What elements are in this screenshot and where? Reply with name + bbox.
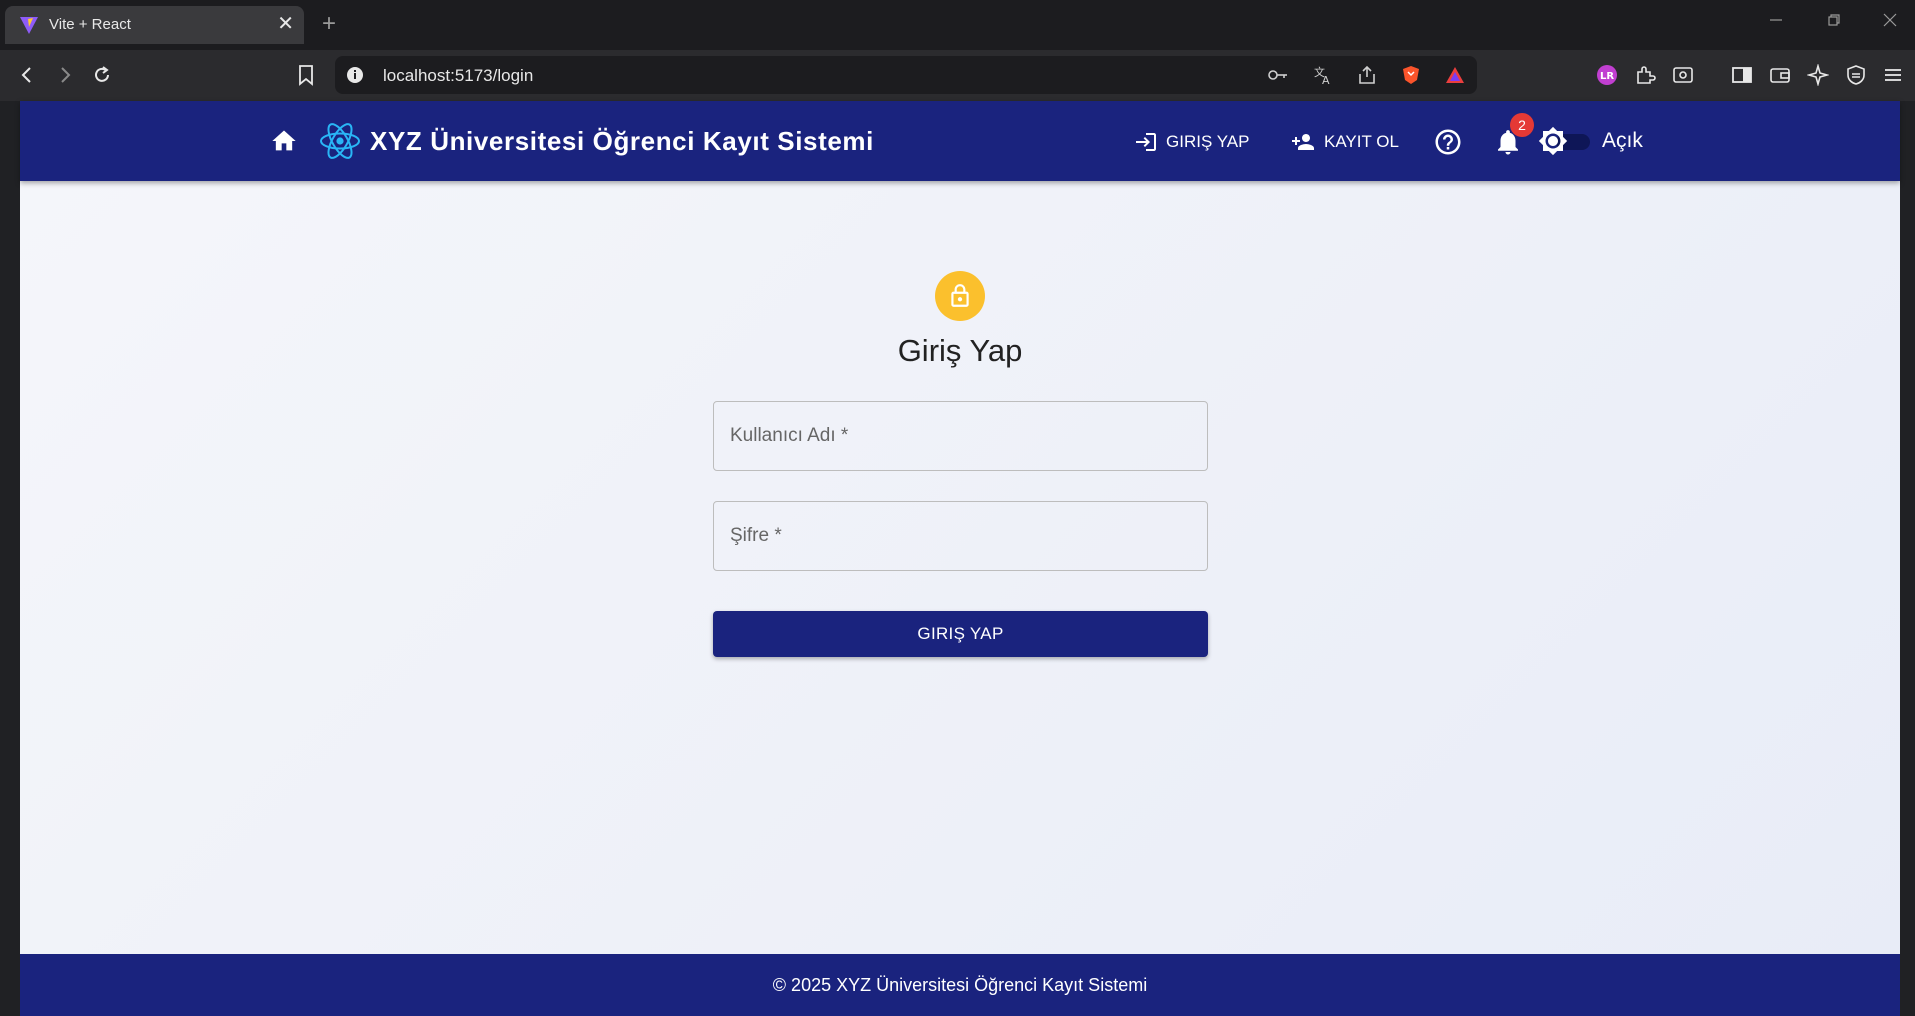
nav-register-label: KAYIT OL [1324, 132, 1399, 151]
vpn-shield-icon[interactable] [1843, 62, 1869, 88]
footer: © 2025 XYZ Üniversitesi Öğrenci Kayıt Si… [20, 954, 1900, 1016]
reload-icon[interactable] [89, 62, 115, 88]
nav-login-label: GIRIŞ YAP [1166, 132, 1250, 151]
password-input[interactable] [714, 502, 1207, 570]
lock-icon [951, 284, 969, 307]
username-field [713, 401, 1208, 471]
sidebar-icon[interactable] [1729, 62, 1755, 88]
bookmark-icon[interactable] [293, 62, 319, 88]
close-window-icon[interactable] [1882, 12, 1898, 33]
username-input[interactable] [714, 402, 1207, 470]
brave-shield-icon[interactable] [1398, 62, 1424, 88]
login-icon [1136, 133, 1156, 151]
nav-login-button[interactable]: GIRIŞ YAP [1134, 129, 1249, 155]
back-icon[interactable] [14, 62, 40, 88]
brightness-icon [1538, 126, 1568, 156]
password-key-icon[interactable] [1265, 62, 1291, 88]
add-person-icon [1292, 134, 1314, 150]
forward-icon[interactable] [52, 62, 78, 88]
password-field [713, 501, 1208, 571]
login-title: Giriş Yap [897, 333, 1023, 368]
menu-icon[interactable] [1880, 62, 1906, 88]
app-bar: XYZ Üniversitesi Öğrenci Kayıt Sistemi G… [20, 101, 1900, 181]
login-submit-button[interactable]: GIRIŞ YAP [713, 611, 1208, 657]
address-bar[interactable]: localhost:5173/login 文A [335, 56, 1477, 94]
footer-text: © 2025 XYZ Üniversitesi Öğrenci Kayıt Si… [772, 974, 1148, 995]
extensions-icon[interactable] [1632, 62, 1658, 88]
brave-rewards-icon[interactable] [1442, 62, 1468, 88]
tab-title: Vite + React [49, 16, 131, 33]
url-text[interactable]: localhost:5173/login [383, 66, 533, 86]
react-logo-icon [320, 123, 360, 159]
notification-badge: 2 [1510, 113, 1534, 137]
browser-toolbar: localhost:5173/login 文A LR [0, 50, 1915, 101]
restore-icon[interactable] [1826, 12, 1842, 33]
leo-ai-icon[interactable] [1805, 62, 1831, 88]
app-title: XYZ Üniversitesi Öğrenci Kayıt Sistemi [370, 126, 874, 156]
theme-toggle-switch[interactable] [1538, 122, 1606, 162]
browser-tab[interactable]: Vite + React ✕ [5, 6, 304, 44]
new-tab-icon[interactable]: + [322, 10, 336, 38]
translate-icon[interactable]: 文A [1310, 62, 1336, 88]
lock-avatar [935, 271, 985, 321]
home-icon[interactable] [270, 127, 298, 155]
theme-label: Açık [1602, 129, 1643, 152]
site-info-icon[interactable] [345, 65, 365, 85]
help-icon[interactable] [1433, 127, 1463, 157]
page-viewport: XYZ Üniversitesi Öğrenci Kayıt Sistemi G… [20, 101, 1900, 1016]
svg-text:A: A [1322, 74, 1330, 86]
svg-text:LR: LR [1600, 71, 1614, 82]
reading-mode-icon[interactable] [1670, 62, 1696, 88]
minimize-icon[interactable] [1768, 12, 1784, 33]
share-icon[interactable] [1354, 62, 1380, 88]
tab-close-icon[interactable]: ✕ [277, 12, 294, 36]
nav-register-button[interactable]: KAYIT OL [1290, 129, 1399, 155]
browser-tabstrip: Vite + React ✕ + [0, 0, 1915, 50]
wallet-icon[interactable] [1767, 62, 1793, 88]
vite-logo-icon [20, 17, 38, 34]
profile-extension-icon[interactable]: LR [1594, 62, 1620, 88]
